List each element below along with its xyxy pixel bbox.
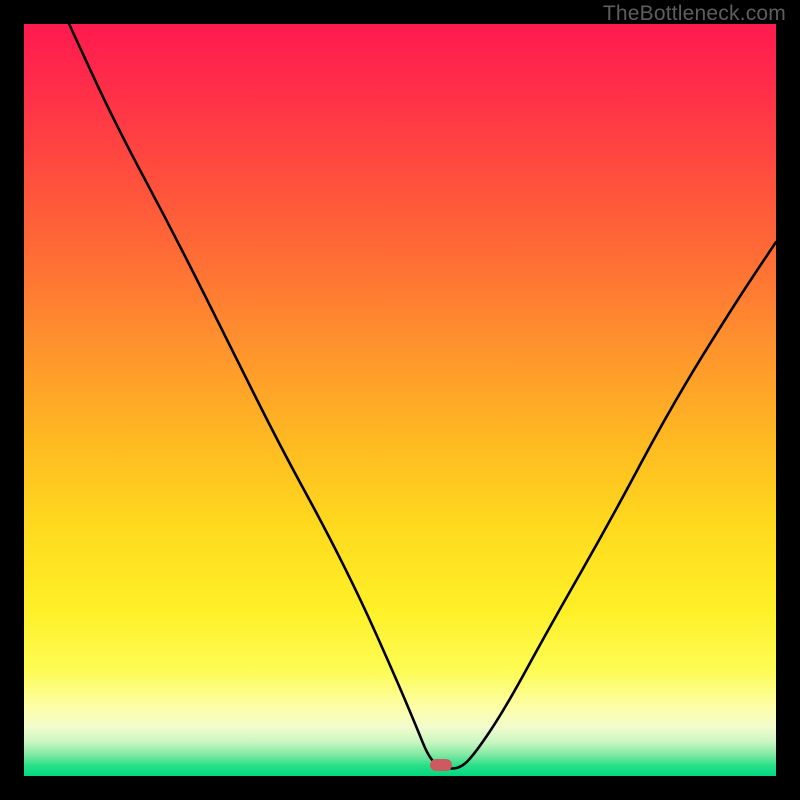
watermark-label: TheBottleneck.com [603, 2, 786, 26]
bottleneck-curve [24, 24, 776, 776]
plot-area [24, 24, 776, 776]
optimal-marker [430, 759, 452, 771]
chart-frame: TheBottleneck.com [0, 0, 800, 800]
